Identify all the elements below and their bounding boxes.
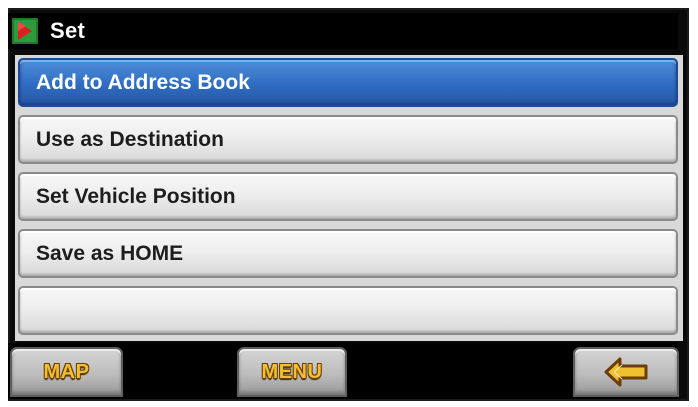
set-vehicle-position-item[interactable]: Set Vehicle Position	[18, 172, 678, 221]
empty-list-item[interactable]	[18, 286, 678, 335]
option-list: Add to Address Book Use as Destination S…	[15, 55, 683, 341]
add-to-address-book-item[interactable]: Add to Address Book	[18, 58, 678, 107]
back-arrow-icon	[604, 357, 648, 387]
page-title: Set	[50, 18, 86, 43]
save-as-home-item[interactable]: Save as HOME	[18, 229, 678, 278]
item-label: Set Vehicle Position	[36, 184, 236, 208]
item-label: Add to Address Book	[36, 70, 250, 94]
back-button[interactable]	[573, 347, 679, 397]
map-button[interactable]: MAP	[10, 347, 123, 397]
map-button-label: MAP	[43, 360, 90, 383]
menu-button[interactable]: MENU	[237, 347, 347, 397]
item-label: Use as Destination	[36, 127, 224, 151]
item-label: Save as HOME	[36, 241, 184, 265]
use-as-destination-item[interactable]: Use as Destination	[18, 115, 678, 164]
menu-button-label: MENU	[261, 360, 323, 383]
nav-flag-icon	[12, 18, 38, 44]
title-bar: Set	[8, 13, 678, 49]
